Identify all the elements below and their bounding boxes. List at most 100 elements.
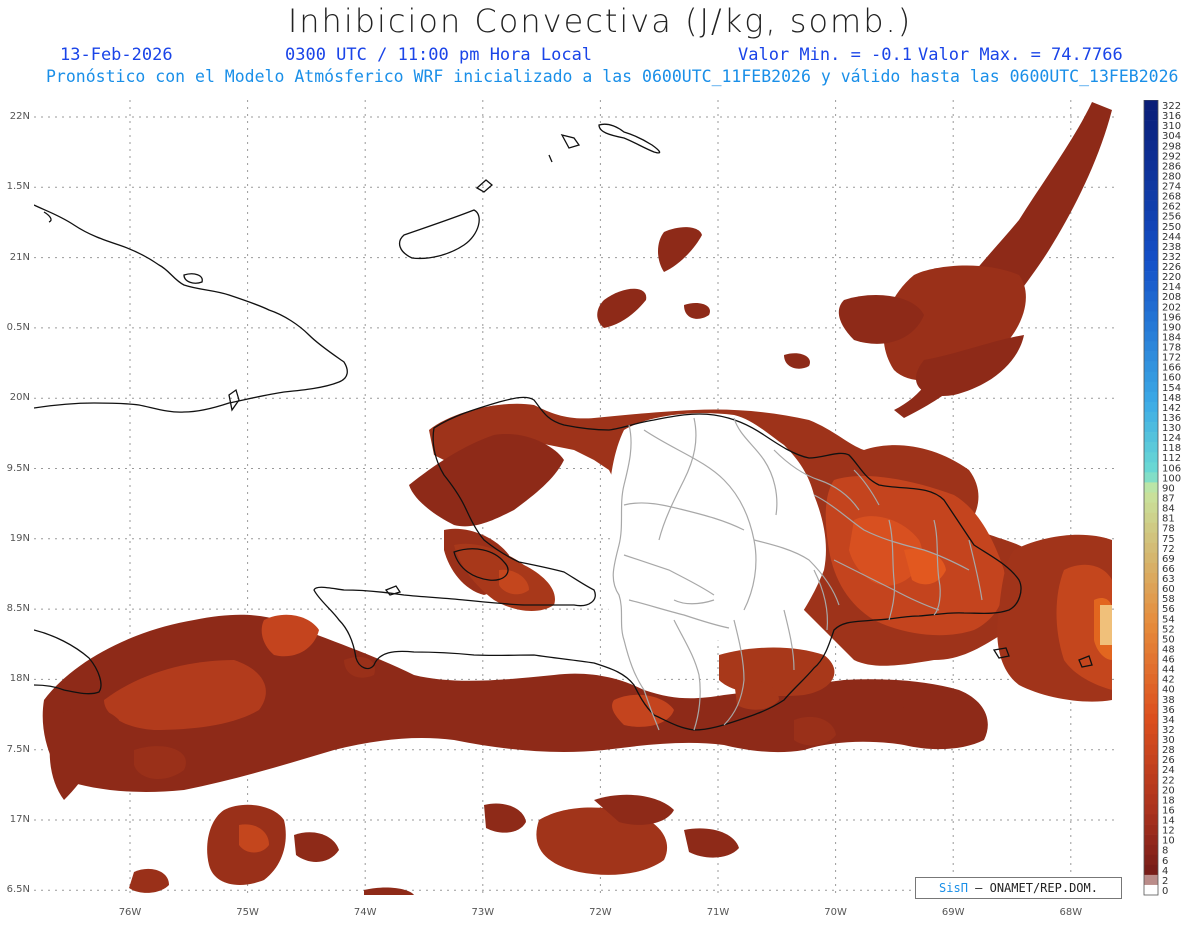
colorbar-swatch: [1144, 331, 1158, 342]
colorbar-swatch: [1144, 150, 1158, 161]
colorbar-swatch: [1144, 442, 1158, 453]
colorbar-swatch: [1144, 542, 1158, 554]
colorbar-swatch: [1144, 613, 1158, 624]
colorbar-swatch: [1144, 532, 1158, 544]
forecast-time: 0300 UTC / 11:00 pm Hora Local: [285, 45, 593, 65]
lat-label: 9.5N: [6, 462, 30, 474]
colorbar-swatch: [1144, 401, 1158, 413]
colorbar-swatch: [1144, 572, 1158, 584]
map-title: Inhibicion Convectiva (J/kg, somb.): [287, 2, 913, 40]
colorbar-swatch: [1144, 110, 1158, 121]
lon-label: 68W: [1059, 907, 1083, 918]
lat-label: 21N: [9, 251, 30, 263]
colorbar-swatch: [1144, 120, 1158, 131]
colorbar-swatch: [1144, 391, 1158, 403]
credit-box: SisΠ – ONAMET/REP.DOM.: [915, 877, 1122, 899]
sispi-logo: SisΠ: [939, 881, 968, 895]
colorbar-swatch: [1144, 240, 1158, 252]
colorbar-swatch: [1144, 653, 1158, 664]
colorbar-swatch: [1144, 522, 1158, 534]
colorbar-swatch: [1144, 804, 1158, 815]
colorbar-swatch: [1144, 230, 1158, 242]
colorbar-swatch: [1144, 583, 1158, 594]
lat-label: 19N: [9, 532, 30, 544]
colorbar-swatch: [1144, 190, 1158, 201]
colorbar-swatch: [1144, 351, 1158, 362]
colorbar-swatch: [1144, 593, 1158, 604]
lat-label: 7.5N: [6, 743, 30, 755]
lon-label: 73W: [471, 907, 495, 918]
colorbar-swatch: [1144, 834, 1158, 845]
colorbar-swatch: [1144, 814, 1158, 825]
colorbar-swatch: [1144, 291, 1158, 302]
colorbar-swatch: [1144, 271, 1158, 282]
colorbar-swatch: [1144, 492, 1158, 503]
colorbar-swatch: [1144, 713, 1158, 725]
colorbar-swatch: [1144, 472, 1158, 483]
colorbar-swatch: [1144, 452, 1158, 463]
colorbar-swatch: [1144, 603, 1158, 614]
colorbar-swatch: [1144, 703, 1158, 715]
colorbar-swatch: [1144, 130, 1158, 141]
forecast-date: 13-Feb-2026: [60, 45, 173, 65]
colorbar-swatch: [1144, 502, 1158, 513]
colorbar-swatch: [1144, 754, 1158, 765]
colorbar-swatch: [1144, 844, 1158, 856]
cin-map: [34, 100, 1114, 897]
colorbar-swatch: [1144, 341, 1158, 352]
colorbar-swatch: [1144, 744, 1158, 755]
colorbar-swatch: [1144, 361, 1158, 373]
colorbar-swatch: [1144, 160, 1158, 171]
colorbar-swatch: [1144, 693, 1158, 705]
lon-label: 72W: [589, 907, 612, 918]
colorbar-swatch: [1144, 854, 1158, 866]
colorbar-swatch: [1144, 411, 1158, 423]
colorbar-swatch: [1144, 170, 1158, 181]
lat-label: 20N: [9, 392, 30, 404]
colorbar-swatch: [1144, 250, 1158, 262]
colorbar-label: 0: [1162, 886, 1168, 897]
colorbar-swatch: [1144, 200, 1158, 211]
lat-label: 18N: [9, 673, 30, 685]
colorbar-swatch: [1144, 321, 1158, 332]
lon-label: 71W: [706, 907, 730, 918]
colorbar-swatch: [1144, 422, 1158, 433]
lon-label: 74W: [353, 907, 377, 918]
colorbar-swatch: [1144, 482, 1158, 493]
colorbar-swatch: [1144, 623, 1158, 634]
lat-label: 6.5N: [6, 884, 30, 896]
lat-label: 22N: [9, 111, 30, 122]
lat-label: 17N: [9, 814, 30, 825]
colorbar-swatch: [1144, 683, 1158, 695]
colorbar-swatch: [1144, 864, 1158, 876]
max-value: Valor Max. = 74.7766: [918, 45, 1123, 65]
colorbar-swatch: [1144, 552, 1158, 564]
lat-label: 8.5N: [6, 603, 30, 615]
colorbar-swatch: [1144, 663, 1158, 674]
forecast-note: Pronóstico con el Modelo Atmósferico WRF…: [46, 67, 1179, 86]
colorbar-swatch: [1144, 562, 1158, 574]
colorbar-swatch: [1144, 643, 1158, 654]
colorbar-swatch: [1144, 633, 1158, 644]
colorbar-swatch: [1144, 220, 1158, 232]
lon-label: 69W: [941, 907, 965, 918]
lon-label: 75W: [236, 907, 259, 918]
colorbar-swatch: [1144, 261, 1158, 272]
lat-label: 1.5N: [6, 181, 30, 193]
lon-label: 76W: [118, 907, 142, 918]
colorbar-swatch: [1144, 462, 1158, 473]
colorbar-swatch: [1144, 723, 1158, 735]
colorbar-swatch: [1144, 774, 1158, 785]
min-value: Valor Min. = -0.1: [738, 45, 912, 65]
colorbar-swatch: [1144, 371, 1158, 383]
colorbar-swatch: [1144, 824, 1158, 835]
colorbar-swatch: [1144, 884, 1158, 896]
lon-label: 70W: [824, 907, 847, 918]
colorbar-swatch: [1144, 733, 1158, 745]
lat-label: 0.5N: [6, 321, 30, 333]
colorbar-swatch: [1144, 301, 1158, 312]
credit-text: – ONAMET/REP.DOM.: [967, 881, 1098, 895]
colorbar-swatch: [1144, 673, 1158, 684]
colorbar-swatch: [1144, 784, 1158, 795]
colorbar-swatch: [1144, 311, 1158, 322]
